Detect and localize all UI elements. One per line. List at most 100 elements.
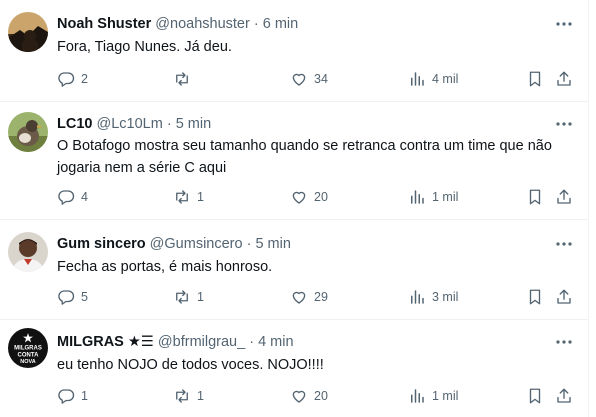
reply-count: 1: [81, 389, 88, 403]
profile-photo-silhouette: [8, 12, 48, 52]
user-handle[interactable]: @bfrmilgrau_: [158, 334, 245, 350]
share-button[interactable]: [555, 187, 573, 207]
tweet-text: Fora, Tiago Nunes. Já deu.: [57, 36, 577, 58]
user-handle[interactable]: @Lc10Lm: [97, 116, 163, 132]
timestamp[interactable]: 5 min: [176, 116, 211, 132]
reply-count: 2: [81, 72, 88, 86]
bar-chart-icon: [411, 190, 424, 204]
like-button[interactable]: 34: [290, 69, 328, 89]
like-button[interactable]: 29: [290, 287, 328, 307]
views-button[interactable]: 3 mil: [408, 287, 458, 307]
bookmark-button[interactable]: [526, 69, 544, 89]
reply-button[interactable]: 1: [57, 386, 88, 406]
tweet-actions: 4 1 20 1 mil: [0, 187, 588, 207]
views-button[interactable]: 1 mil: [408, 187, 458, 207]
timestamp[interactable]: 5 min: [255, 236, 290, 252]
reply-icon: [58, 290, 75, 305]
tweet-text-line: O Botafogo mostra seu tamanho quando se …: [57, 138, 552, 154]
user-handle[interactable]: @Gumsincero: [150, 236, 243, 252]
bar-chart-icon: [411, 72, 424, 86]
retweet-count: 1: [197, 190, 204, 204]
separator-dot: ·: [253, 16, 259, 32]
retweet-button[interactable]: 1: [173, 386, 204, 406]
timeline-edge: [588, 0, 596, 417]
share-icon: [557, 189, 571, 204]
display-name[interactable]: Noah Shuster: [57, 16, 151, 32]
like-count: 20: [314, 389, 328, 403]
reply-button[interactable]: 4: [57, 187, 88, 207]
bar-chart-icon: [411, 389, 424, 403]
display-name[interactable]: Gum sincero: [57, 236, 146, 252]
retweet-button[interactable]: 1: [173, 287, 204, 307]
avatar[interactable]: [8, 112, 48, 152]
retweet-count: 1: [197, 290, 204, 304]
tweet-header: Gum sincero @Gumsincero · 5 min: [57, 235, 291, 253]
like-count: 34: [314, 72, 328, 86]
display-name[interactable]: LC10: [57, 116, 92, 132]
tweet[interactable]: MILGRAS CONTA NOVA MILGRAS ★☰ @bfrmilgra…: [0, 320, 588, 417]
tweet-text-line: eu tenho NOJO de todos voces. NOJO!!!!: [57, 357, 324, 373]
reply-count: 5: [81, 290, 88, 304]
avatar[interactable]: [8, 12, 48, 52]
like-count: 29: [314, 290, 328, 304]
svg-text:CONTA: CONTA: [18, 353, 40, 359]
more-icon[interactable]: [553, 15, 575, 33]
timestamp[interactable]: 6 min: [263, 16, 298, 32]
name-badge: ★☰: [127, 334, 154, 350]
views-button[interactable]: 4 mil: [408, 69, 458, 89]
reply-button[interactable]: 2: [57, 69, 88, 89]
like-button[interactable]: 20: [290, 187, 328, 207]
like-button[interactable]: 20: [290, 386, 328, 406]
share-icon: [557, 388, 571, 403]
bookmark-icon: [529, 388, 541, 404]
view-count: 1 mil: [432, 190, 459, 204]
retweet-icon: [176, 290, 188, 304]
separator-dot: ·: [246, 236, 252, 252]
share-icon: [557, 289, 571, 304]
bookmark-button[interactable]: [526, 187, 544, 207]
retweet-icon: [176, 190, 188, 204]
retweet-button[interactable]: [173, 69, 197, 89]
tweet-header: Noah Shuster @noahshuster · 6 min: [57, 15, 298, 33]
separator-dot: ·: [166, 116, 172, 132]
share-icon: [557, 71, 571, 86]
more-icon[interactable]: [553, 235, 575, 253]
retweet-icon: [176, 72, 188, 86]
tweet-header: LC10 @Lc10Lm · 5 min: [57, 115, 211, 133]
tweet[interactable]: Noah Shuster @noahshuster · 6 min Fora, …: [0, 0, 588, 102]
tweet[interactable]: LC10 @Lc10Lm · 5 min O Botafogo mostra s…: [0, 102, 588, 220]
heart-icon: [292, 73, 306, 86]
tweet-text-line: jogaria nem a série C aqui: [57, 160, 227, 176]
milgras-logo: MILGRAS CONTA NOVA: [8, 328, 48, 368]
tweet-header: MILGRAS ★☰ @bfrmilgrau_ · 4 min: [57, 333, 294, 351]
tweet[interactable]: Gum sincero @Gumsincero · 5 min Fecha as…: [0, 220, 588, 320]
share-button[interactable]: [555, 287, 573, 307]
share-button[interactable]: [555, 386, 573, 406]
tweet-text: eu tenho NOJO de todos voces. NOJO!!!!: [57, 354, 577, 376]
tweet-text: Fecha as portas, é mais honroso.: [57, 256, 577, 278]
more-icon[interactable]: [553, 333, 575, 351]
retweet-button[interactable]: 1: [173, 187, 204, 207]
bookmark-icon: [529, 189, 541, 205]
more-icon[interactable]: [553, 115, 575, 133]
timestamp[interactable]: 4 min: [258, 334, 293, 350]
heart-icon: [292, 291, 306, 304]
heart-icon: [292, 390, 306, 403]
bookmark-button[interactable]: [526, 287, 544, 307]
user-handle[interactable]: @noahshuster: [155, 16, 250, 32]
reply-icon: [58, 190, 75, 205]
bar-chart-icon: [411, 290, 424, 304]
bookmark-button[interactable]: [526, 386, 544, 406]
avatar[interactable]: MILGRAS CONTA NOVA: [8, 328, 48, 368]
svg-text:MILGRAS: MILGRAS: [14, 346, 42, 352]
separator-dot: ·: [249, 334, 255, 350]
views-button[interactable]: 1 mil: [408, 386, 458, 406]
retweet-icon: [176, 389, 188, 403]
avatar[interactable]: [8, 232, 48, 272]
share-button[interactable]: [555, 69, 573, 89]
display-name[interactable]: MILGRAS: [57, 334, 124, 350]
reply-count: 4: [81, 190, 88, 204]
reply-icon: [58, 72, 75, 87]
like-count: 20: [314, 190, 328, 204]
reply-button[interactable]: 5: [57, 287, 88, 307]
